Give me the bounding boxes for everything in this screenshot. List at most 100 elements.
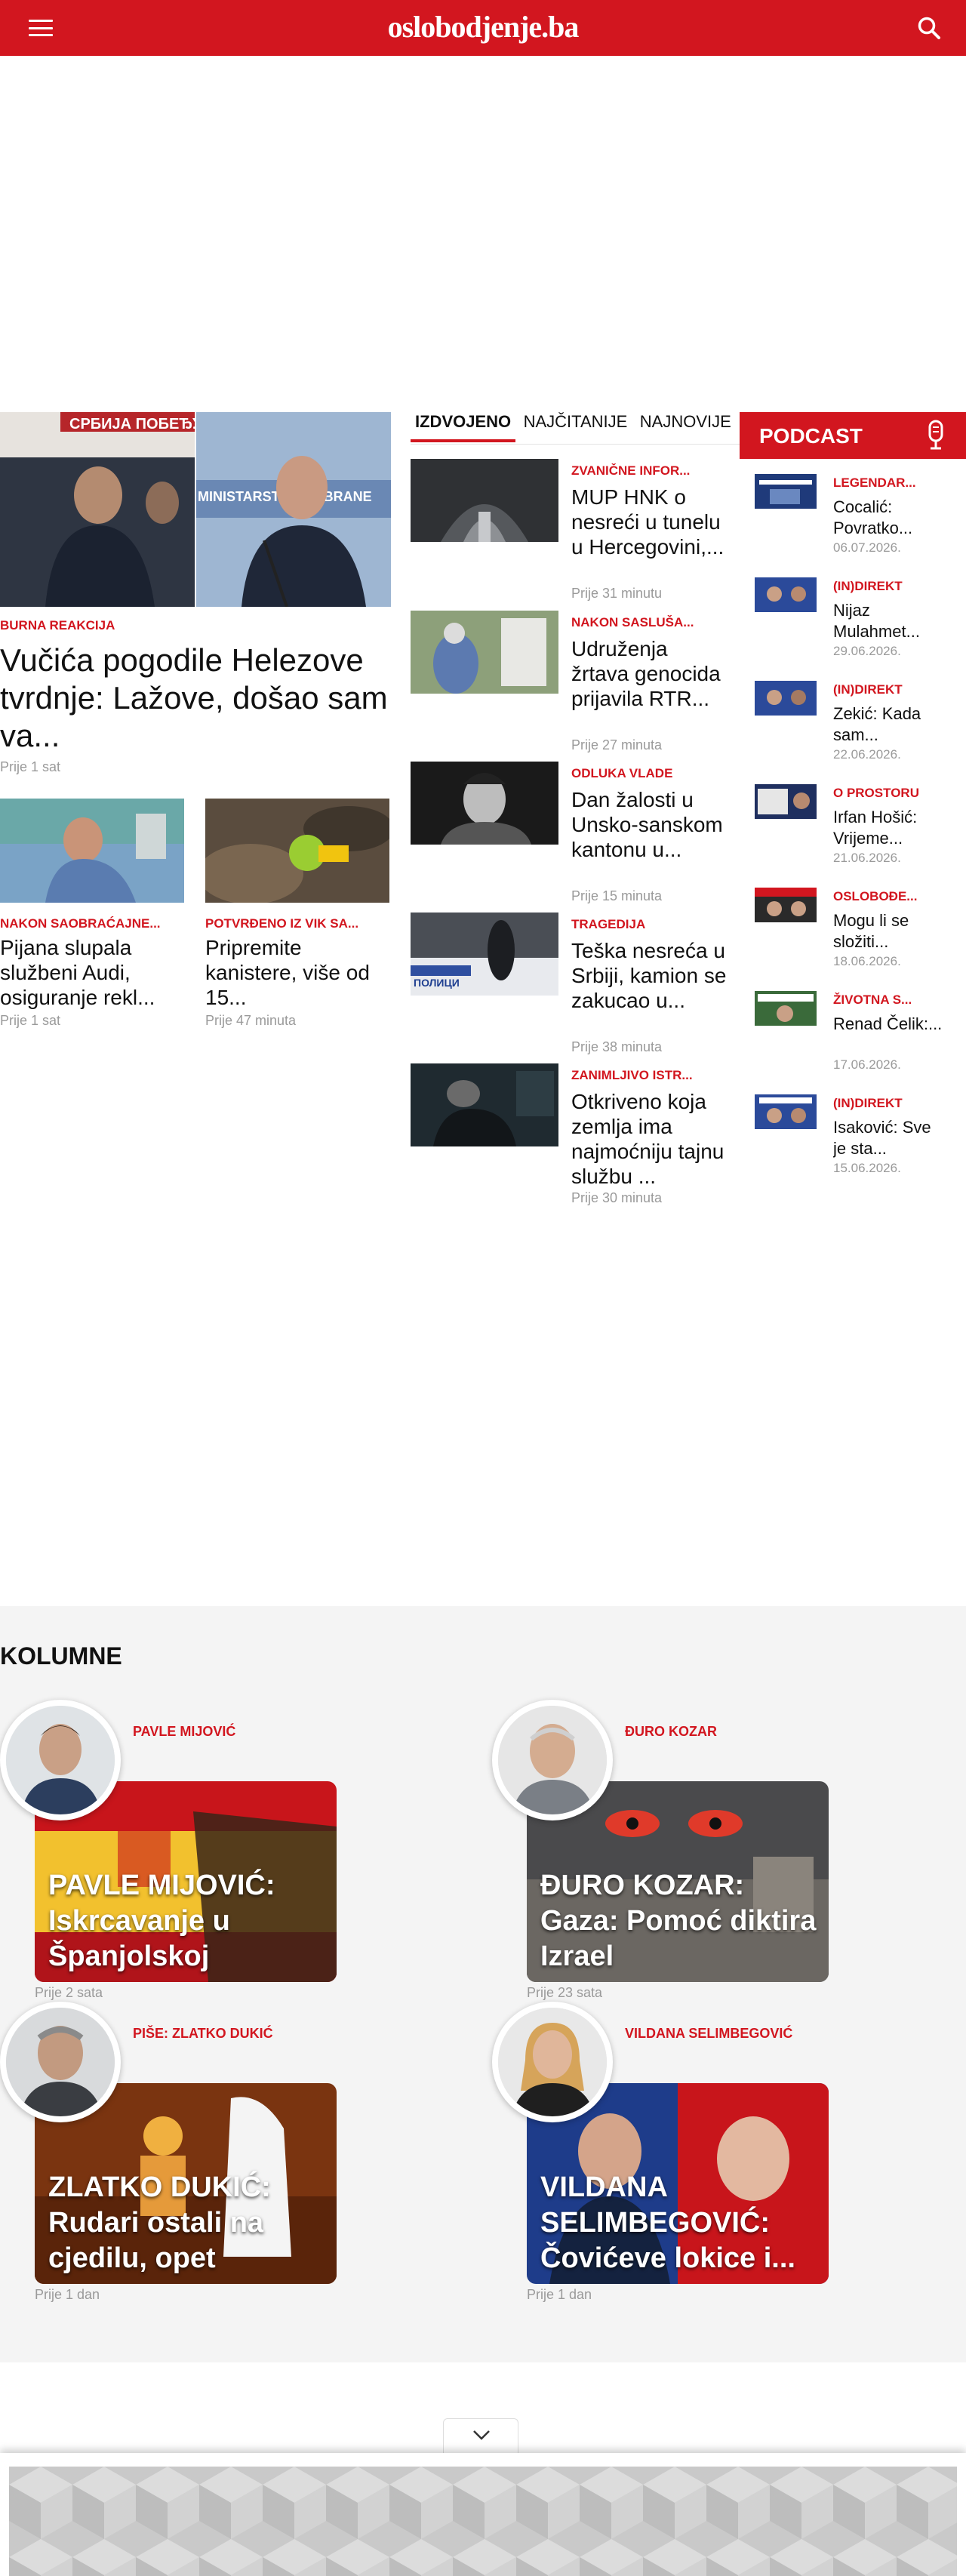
podcast-thumbnail[interactable] — [755, 474, 817, 509]
search-icon[interactable] — [916, 15, 942, 41]
podcast-item[interactable]: O PROSTORU Irfan Hošić: Vrijeme... 21.06… — [755, 784, 966, 888]
chevron-down-icon — [473, 2430, 490, 2440]
podcast-thumbnail[interactable] — [755, 784, 817, 819]
column-time: Prije 23 sata — [527, 1985, 603, 2000]
column-title[interactable]: VILDANA SELIMBEGOVIĆ: Čovićeve lokice i.… — [540, 2170, 817, 2276]
podcast-category[interactable]: OSLOBOĐE... — [833, 889, 966, 904]
podcast-thumbnail[interactable] — [755, 577, 817, 612]
podcast-item[interactable]: ŽIVOTNA S... Renad Čelik:... 17.06.2026. — [755, 991, 966, 1094]
podcast-category[interactable]: (IN)DIREKT — [833, 579, 966, 594]
article-image[interactable] — [205, 799, 389, 903]
article-card[interactable]: POTVRĐENO IZ VIK SA... Pripremite kanist… — [205, 799, 389, 1029]
featured-title[interactable]: Vučića pogodile Helezove tvrdnje: Lažove… — [0, 642, 391, 755]
article-title[interactable]: MUP HNK o nesreći u tunelu u Hercegovini… — [571, 485, 730, 584]
podcast-title[interactable]: Nijaz Mulahmet... — [833, 600, 946, 642]
podcast-title[interactable]: Mogu li se složiti... — [833, 910, 946, 953]
column-card[interactable]: ĐURO KOZAR ĐURO KOZAR: Gaza: Pomoć dikti… — [492, 1700, 915, 2002]
column-card[interactable]: PAVLE MIJOVIĆ PAVLE MIJOVIĆ: Iskrcavanje… — [0, 1700, 423, 2002]
podcast-title[interactable]: Zekić: Kada sam... — [833, 703, 946, 746]
podcast-date: 15.06.2026. — [833, 1161, 901, 1175]
author-avatar[interactable] — [492, 1700, 613, 1820]
tab-izdvojeno[interactable]: IZDVOJENO — [411, 412, 516, 442]
podcast-thumbnail[interactable] — [755, 991, 817, 1026]
article-category[interactable]: ZANIMLJIVO ISTR... — [571, 1068, 730, 1083]
tab-najcitanije[interactable]: NAJČITANIJE — [519, 412, 632, 439]
article-image[interactable] — [0, 799, 184, 903]
column-card[interactable]: PIŠE: ZLATKO DUKIĆ ZLATKO DUKIĆ: Rudari … — [0, 2002, 423, 2304]
svg-text:ПОЛИЦИ: ПОЛИЦИ — [414, 977, 460, 989]
column-author[interactable]: ĐURO KOZAR — [625, 1724, 717, 1740]
article-title[interactable]: Pripremite kanistere, više od 15... — [205, 935, 389, 1010]
article-title[interactable]: Udruženja žrtava genocida prijavila RTR.… — [571, 636, 730, 736]
podcast-thumbnail[interactable] — [755, 1094, 817, 1129]
featured-category[interactable]: BURNA REAKCIJA — [0, 618, 391, 633]
podcast-title[interactable]: Renad Čelik:... — [833, 1014, 946, 1056]
author-avatar[interactable] — [0, 2002, 121, 2122]
column-author[interactable]: PIŠE: ZLATKO DUKIĆ — [133, 2026, 273, 2042]
podcast-title[interactable]: Isaković: Sve je sta... — [833, 1117, 946, 1159]
tab-divider — [411, 444, 740, 445]
column-title[interactable]: PAVLE MIJOVIĆ: Iskrcavanje u Španjolskoj — [48, 1868, 325, 1974]
article-image[interactable] — [411, 459, 558, 542]
article-card[interactable]: NAKON SAOBRAĆAJNE... Pijana slupala služ… — [0, 799, 184, 1029]
article-title[interactable]: Pijana slupala službeni Audi, osiguranje… — [0, 935, 184, 1010]
podcast-date: 29.06.2026. — [833, 644, 901, 658]
article-category[interactable]: NAKON SAOBRAĆAJNE... — [0, 916, 184, 931]
article-category[interactable]: POTVRĐENO IZ VIK SA... — [205, 916, 389, 931]
podcast-category[interactable]: ŽIVOTNA S... — [833, 993, 966, 1008]
podcast-item[interactable]: (IN)DIREKT Nijaz Mulahmet... 29.06.2026. — [755, 577, 966, 681]
podcast-category[interactable]: (IN)DIREKT — [833, 682, 966, 697]
article-category[interactable]: ODLUKA VLADE — [571, 766, 730, 781]
podcast-date: 22.06.2026. — [833, 747, 901, 762]
podcast-category[interactable]: O PROSTORU — [833, 786, 966, 801]
podcast-category[interactable]: (IN)DIREKT — [833, 1096, 966, 1111]
tab-najnovije[interactable]: NAJNOVIJE — [635, 412, 736, 439]
author-avatar[interactable] — [492, 2002, 613, 2122]
featured-image[interactable]: СРБИЈА ПОБЕЂУЈЕ MINISTARSTVO ODBRANE — [0, 412, 391, 607]
podcast-date: 06.07.2026. — [833, 540, 901, 555]
featured-time: Prije 1 sat — [0, 759, 61, 774]
column-author[interactable]: VILDANA SELIMBEGOVIĆ — [625, 2026, 792, 2042]
podcast-thumbnail[interactable] — [755, 681, 817, 716]
article-title[interactable]: Otkriveno koja zemlja ima najmoćniju taj… — [571, 1089, 730, 1189]
podcast-thumbnail[interactable] — [755, 888, 817, 922]
list-item[interactable]: ODLUKA VLADE Dan žalosti u Unsko-sanskom… — [411, 762, 740, 905]
article-title[interactable]: Dan žalosti u Unsko-sanskom kantonu u... — [571, 787, 730, 887]
microphone-icon — [928, 420, 943, 450]
article-image[interactable] — [411, 762, 558, 845]
article-image[interactable] — [411, 1063, 558, 1146]
podcast-date: 17.06.2026. — [833, 1057, 901, 1072]
article-time: Prije 30 minuta — [571, 1190, 663, 1205]
column-time: Prije 2 sata — [35, 1985, 103, 2000]
article-category[interactable]: ZVANIČNE INFOR... — [571, 463, 730, 479]
list-item[interactable]: NAKON SASLUŠA... Udruženja žrtava genoci… — [411, 611, 740, 754]
podcast-header[interactable]: PODCAST — [740, 412, 966, 459]
column-title[interactable]: ĐURO KOZAR: Gaza: Pomoć diktira Izrael — [540, 1868, 817, 1974]
podcast-item[interactable]: LEGENDAR... Cocalić: Povratko... 06.07.2… — [755, 474, 966, 577]
podcast-category[interactable]: LEGENDAR... — [833, 475, 966, 491]
podcast-title[interactable]: Cocalić: Povratko... — [833, 497, 946, 539]
columns-section: KOLUMNE PAVLE MIJOVIĆ PAVLE MIJOVIĆ: Isk… — [0, 1606, 966, 2362]
column-author[interactable]: PAVLE MIJOVIĆ — [133, 1724, 235, 1740]
list-item[interactable]: ZVANIČNE INFOR... MUP HNK o nesreći u tu… — [411, 459, 740, 602]
site-logo[interactable]: oslobodjenje.ba — [0, 9, 966, 45]
article-image[interactable] — [411, 611, 558, 694]
article-title[interactable]: Teška nesreća u Srbiji, kamion se zakuca… — [571, 938, 730, 1038]
podcast-item[interactable]: (IN)DIREKT Isaković: Sve je sta... 15.06… — [755, 1094, 966, 1198]
bottom-ad-banner[interactable] — [9, 2467, 957, 2576]
podcast-item[interactable]: OSLOBOĐE... Mogu li se složiti... 18.06.… — [755, 888, 966, 991]
column-card[interactable]: VILDANA SELIMBEGOVIĆ VILDANA SELIMBEGOVI… — [492, 2002, 915, 2304]
column-title[interactable]: ZLATKO DUKIĆ: Rudari ostali na cjedilu, … — [48, 2170, 325, 2276]
author-avatar[interactable] — [0, 1700, 121, 1820]
list-item[interactable]: ZANIMLJIVO ISTR... Otkriveno koja zemlja… — [411, 1063, 740, 1207]
article-image[interactable]: ПОЛИЦИ — [411, 913, 558, 996]
article-time: Prije 27 minuta — [571, 737, 663, 752]
article-category[interactable]: TRAGEDIJA — [571, 917, 730, 932]
list-item[interactable]: ПОЛИЦИ TRAGEDIJA Teška nesreća u Srbiji,… — [411, 913, 740, 1056]
collapse-ad-button[interactable] — [443, 2418, 518, 2453]
podcast-item[interactable]: (IN)DIREKT Zekić: Kada sam... 22.06.2026… — [755, 681, 966, 784]
tab-bar: IZDVOJENO NAJČITANIJE NAJNOVIJE — [411, 412, 740, 447]
podcast-title[interactable]: Irfan Hošić: Vrijeme... — [833, 807, 946, 849]
article-category[interactable]: NAKON SASLUŠA... — [571, 615, 730, 630]
podcast-label: PODCAST — [759, 424, 863, 448]
